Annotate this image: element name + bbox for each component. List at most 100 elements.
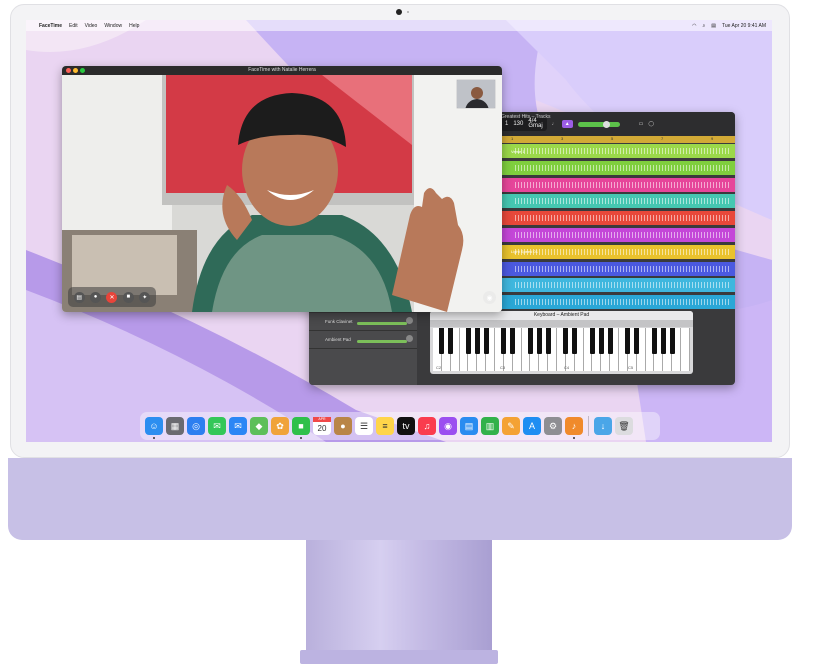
dock-podcasts-icon[interactable]: ◉ [439,417,457,435]
dock-notes-icon[interactable]: ≡ [376,417,394,435]
stand [306,540,492,652]
white-key[interactable] [584,328,593,371]
track-region[interactable]: Verse 1 [501,144,735,158]
white-key[interactable] [477,328,487,371]
close-button[interactable] [66,68,71,73]
imac: FaceTime Edit Video Window Help ◠ ⌕ ▤ Tu… [0,0,835,669]
white-key[interactable] [646,328,655,371]
white-key[interactable] [663,328,673,371]
track-pan-knob[interactable] [406,335,413,342]
white-key[interactable] [460,328,469,371]
contacts-glyph: ● [340,421,346,431]
white-key[interactable] [601,328,611,371]
music-glyph: ♫ [423,421,431,431]
track-region[interactable] [501,211,735,226]
white-key[interactable] [451,328,460,371]
white-key[interactable] [610,328,620,371]
menu-video[interactable]: Video [85,23,98,29]
tuner-icon[interactable]: ♩ [552,121,557,127]
white-key[interactable] [442,328,451,371]
dock-facetime-icon[interactable]: ■ [292,417,310,439]
dock-tv-icon[interactable]: tv [397,417,415,435]
white-key[interactable] [468,328,478,371]
menu-app-name[interactable]: FaceTime [39,23,62,29]
white-key[interactable] [654,328,664,371]
white-key[interactable] [637,328,646,371]
keyboard-range-bar[interactable] [430,320,693,327]
menu-edit[interactable]: Edit [69,23,78,29]
track-region[interactable] [501,261,735,276]
track-region[interactable] [501,177,735,192]
dock-trash-icon[interactable]: 🗑 [615,417,633,435]
track-region[interactable] [501,194,735,209]
self-view-pip[interactable] [456,79,496,109]
dock-app-store-icon[interactable]: A [523,417,541,435]
white-key[interactable] [592,328,602,371]
dock-mail-icon[interactable]: ✉ [229,417,247,435]
track-headers: Funk Clavinet Ambient Pad [309,313,417,385]
timeline-ruler[interactable]: 1 3 5 7 9 [501,136,735,143]
spotlight-icon[interactable]: ⌕ [702,23,705,29]
dock-photos-icon[interactable]: ✿ [271,417,289,435]
menu-help[interactable]: Help [129,23,139,29]
track-volume-slider[interactable] [357,322,407,325]
zoom-button[interactable] [80,68,85,73]
white-key[interactable] [672,328,682,371]
capture-icon[interactable]: ◉ [483,291,496,304]
menu-window[interactable]: Window [104,23,122,29]
window-controls [66,68,85,73]
camera [396,9,402,15]
control-center-icon[interactable]: ▤ [711,23,716,29]
dock-system-preferences-icon[interactable]: ⚙ [544,417,562,435]
dock-messages-icon[interactable]: ✉ [208,417,226,435]
octave-label: C4 [564,365,570,370]
menu-clock[interactable]: Tue Apr 20 9:41 AM [722,23,766,29]
effects-icon[interactable]: ✦ [139,291,151,303]
track-region[interactable] [501,160,735,175]
minimize-button[interactable] [73,68,78,73]
white-key[interactable] [522,328,531,371]
track-volume-slider[interactable] [357,340,407,343]
track-region[interactable] [501,278,735,293]
dock-keynote-icon[interactable]: ▤ [460,417,478,435]
dock-garageband-icon[interactable]: ♪ [565,417,583,439]
track-region[interactable] [501,295,735,310]
white-key[interactable] [681,328,690,371]
white-key[interactable] [575,328,584,371]
track-header[interactable]: Funk Clavinet [309,313,417,331]
dock-safari-icon[interactable]: ◎ [187,417,205,435]
dock-calendar-icon[interactable]: 20 APR [313,417,331,435]
loop-browser-icon[interactable]: ◯ [648,121,654,127]
octave-label: C3 [500,365,506,370]
white-key[interactable] [530,328,540,371]
dock-contacts-icon[interactable]: ● [334,417,352,435]
camera-icon[interactable]: ■ [122,291,134,303]
metronome-icon[interactable]: ▲ [561,120,573,128]
menu-bar: FaceTime Edit Video Window Help ◠ ⌕ ▤ Tu… [26,20,772,31]
dock-pages-icon[interactable]: ✎ [502,417,520,435]
mute-icon[interactable]: ● [90,291,102,303]
dock-launchpad-icon[interactable]: ▦ [166,417,184,435]
track-region[interactable]: Light Speed 01 [501,244,735,259]
master-volume-slider[interactable] [577,120,620,128]
track-pan-knob[interactable] [406,317,413,324]
dock-reminders-icon[interactable]: ☰ [355,417,373,435]
dock-music-icon[interactable]: ♫ [418,417,436,435]
white-key[interactable] [486,328,496,371]
dock-finder-icon[interactable]: ☺ [145,417,163,439]
end-call-icon[interactable]: ✕ [106,291,118,303]
white-key[interactable] [504,328,513,371]
dock-downloads-icon[interactable]: ↓ [594,417,612,435]
dock-maps-icon[interactable]: ◆ [250,417,268,435]
white-key[interactable] [539,328,549,371]
app-store-glyph: A [528,421,535,431]
track-region[interactable] [501,228,735,242]
notepad-icon[interactable]: ▭ [639,121,644,127]
white-key[interactable] [619,328,628,371]
track-header[interactable]: Ambient Pad [309,331,417,349]
dock-numbers-icon[interactable]: ▥ [481,417,499,435]
white-key[interactable] [548,328,558,371]
white-key[interactable] [513,328,522,371]
sidebar-icon[interactable]: ▤ [73,291,85,303]
wifi-icon[interactable]: ◠ [692,23,696,29]
